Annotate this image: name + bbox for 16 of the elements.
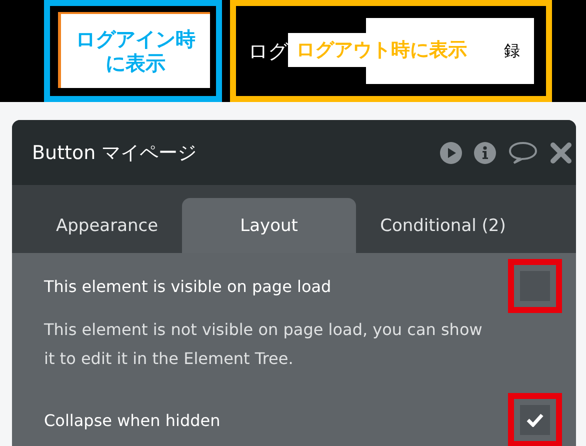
tab[interactable]: Layout [182,198,356,253]
panel-title: Button マイページ [32,140,197,166]
tab[interactable]: Appearance [32,198,182,253]
button-text: 録 [504,40,520,62]
button-text: ログ [248,38,288,64]
tab[interactable]: Conditional (2) [356,198,530,253]
play-icon[interactable] [440,142,462,164]
comment-icon[interactable] [508,140,538,164]
info-icon[interactable] [474,142,496,164]
close-icon[interactable] [550,142,572,164]
option-label: This element is visible on page load [44,276,332,296]
option-label: Collapse when hidden [44,410,220,430]
help-text: This element is not visible on page load, you can show it to edit it in the Element Tree. [44,319,484,370]
check-icon [526,413,544,427]
checkbox[interactable] [520,405,550,435]
annotation-label: ログアイン時に表示 [74,27,196,75]
